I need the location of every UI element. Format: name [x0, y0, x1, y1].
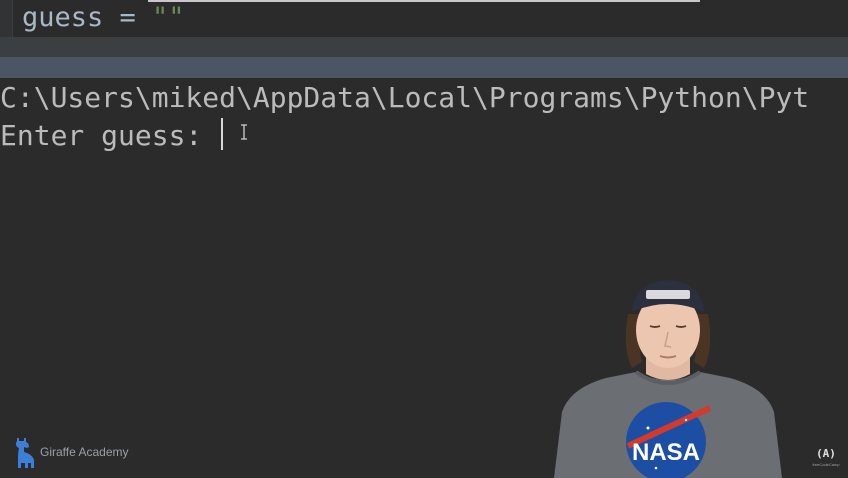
screen-recording: guess = "" C:\Users\miked\AppData\Local\…	[0, 0, 848, 478]
code-editor[interactable]: guess = ""	[0, 0, 848, 37]
text-cursor-icon	[241, 124, 247, 140]
logo-caption: freeCodeCamp	[812, 462, 840, 467]
code-statement: guess =	[22, 2, 153, 33]
editor-horizontal-scrollbar[interactable]	[148, 0, 700, 2]
editor-gutter	[0, 0, 13, 37]
shirt-text: NASA	[632, 439, 700, 466]
code-line[interactable]: guess = ""	[22, 1, 185, 35]
text-caret	[221, 118, 224, 150]
channel-watermark: Giraffe Academy	[10, 436, 129, 468]
string-literal: ""	[152, 2, 185, 33]
presenter-webcam: NASA	[554, 280, 782, 478]
panel-divider	[0, 37, 848, 57]
freecodecamp-icon: (A) freeCodeCamp	[812, 447, 840, 467]
run-panel-header[interactable]	[0, 57, 848, 78]
channel-name: Giraffe Academy	[40, 445, 129, 459]
console-input-line[interactable]: Enter guess:	[0, 117, 224, 155]
input-prompt: Enter guess:	[0, 119, 220, 152]
logo-glyph: (A)	[816, 447, 836, 460]
giraffe-icon	[16, 438, 34, 468]
console-path-line: C:\Users\miked\AppData\Local\Programs\Py…	[0, 81, 810, 114]
